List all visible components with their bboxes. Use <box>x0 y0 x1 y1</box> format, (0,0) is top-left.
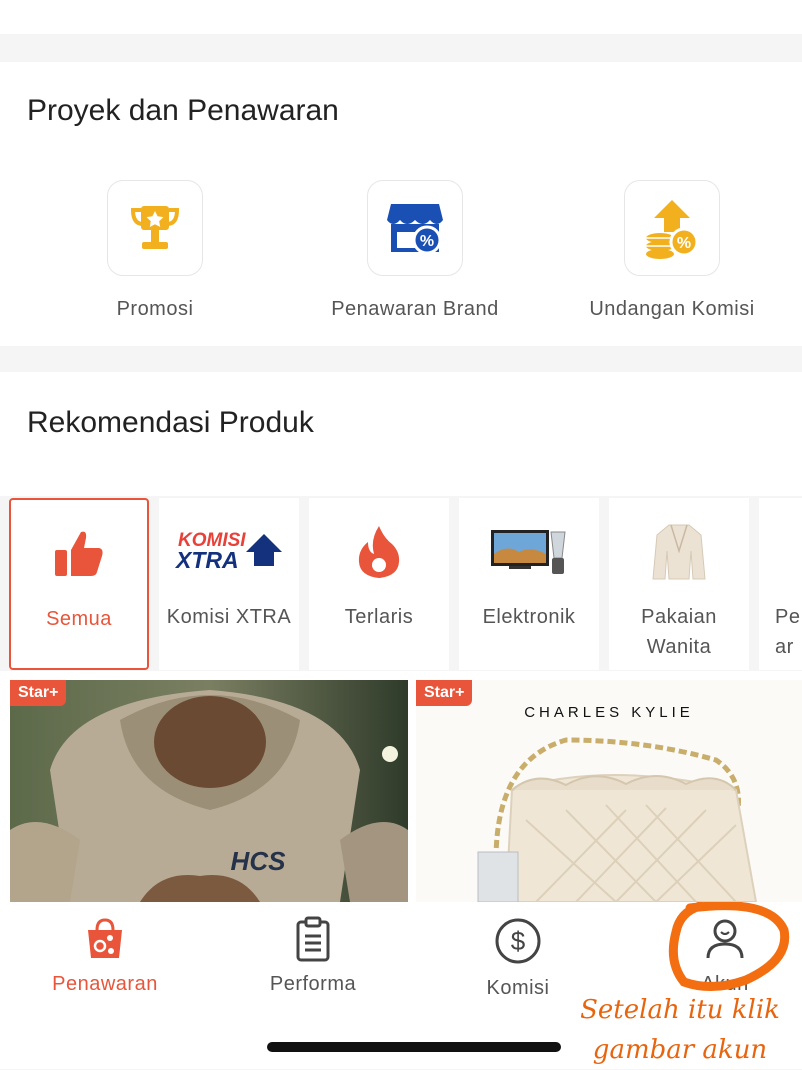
tv-blender-icon <box>491 530 566 574</box>
product-card[interactable]: HCS Star+ <box>10 680 408 902</box>
blazer-icon <box>652 524 706 580</box>
star-plus-badge: Star+ <box>10 680 67 706</box>
category-label: Terlaris <box>344 606 414 628</box>
annotation-text: Setelah itu klik gambar akun <box>570 990 790 1070</box>
category-pakaian-wanita[interactable]: Pakaian Wanita <box>609 498 749 670</box>
hooded-jacket-photo: HCS <box>10 680 408 902</box>
store-discount-icon: % <box>387 204 443 255</box>
shopping-bag-icon <box>88 918 122 958</box>
trophy-icon <box>130 206 180 249</box>
svg-text:HCS: HCS <box>231 846 287 876</box>
project-item-undangan-komisi[interactable]: % Undangan Komisi <box>552 180 792 321</box>
nav-penawaran[interactable]: Penawaran <box>5 916 205 996</box>
project-item-promosi[interactable]: Promosi <box>35 180 275 321</box>
user-icon <box>706 919 744 959</box>
project-label: Undangan Komisi <box>589 298 755 320</box>
partial-icon <box>775 537 802 567</box>
product-card[interactable]: CHARLES KYLIE Star+ <box>416 680 802 902</box>
category-label: Semua <box>46 608 112 630</box>
category-komisi-xtra[interactable]: KOMISI XTRA Komisi XTRA <box>159 498 299 670</box>
category-label: Komisi XTRA <box>166 606 292 628</box>
category-elektronik[interactable]: Elektronik <box>459 498 599 670</box>
top-strip <box>0 0 802 34</box>
coins-up-icon: % <box>646 200 699 259</box>
bottom-navbar: Penawaran Performa $ Komisi Akun Setelah… <box>0 902 802 1069</box>
fire-icon <box>358 526 400 578</box>
dollar-circle-icon: $ <box>495 918 541 964</box>
svg-text:%: % <box>420 233 434 250</box>
nav-komisi[interactable]: $ Komisi <box>418 916 618 1000</box>
annotation-line: gambar akun <box>592 1035 768 1065</box>
recommend-section: Rekomendasi Produk Semua KOMISI XTRA Kom… <box>0 372 802 902</box>
nav-akun[interactable]: Akun <box>625 916 802 996</box>
section-title: Rekomendasi Produk <box>27 406 314 439</box>
project-label: Promosi <box>116 298 194 320</box>
nav-label: Penawaran <box>52 973 158 995</box>
svg-text:$: $ <box>511 926 526 956</box>
category-semua[interactable]: Semua <box>9 498 149 670</box>
svg-text:XTRA: XTRA <box>174 547 239 573</box>
svg-text:%: % <box>677 235 691 252</box>
category-label: Pe ar <box>775 606 801 658</box>
category-partial[interactable]: Pe ar <box>759 498 802 670</box>
category-label: Elektronik <box>482 606 576 628</box>
projects-section: Proyek dan Penawaran Promosi % Penawaran… <box>0 62 802 346</box>
home-indicator[interactable] <box>267 1042 561 1052</box>
clipboard-icon <box>296 916 330 962</box>
penawaran-brand-icon-box: % <box>367 180 463 276</box>
category-label: Pakaian Wanita <box>641 606 717 658</box>
section-title: Proyek dan Penawaran <box>27 94 339 127</box>
promosi-icon-box <box>107 180 203 276</box>
project-label: Penawaran Brand <box>331 298 499 320</box>
komisi-xtra-logo: KOMISI XTRA <box>174 530 282 573</box>
brand-name: CHARLES KYLIE <box>524 704 694 721</box>
category-row[interactable]: Semua KOMISI XTRA Komisi XTRA Terlaris E… <box>0 496 802 671</box>
nav-performa[interactable]: Performa <box>213 916 413 996</box>
annotation-line: Setelah itu klik <box>580 995 780 1025</box>
category-terlaris[interactable]: Terlaris <box>309 498 449 670</box>
thumbs-up-icon <box>55 531 103 576</box>
star-plus-badge: Star+ <box>416 680 473 706</box>
undangan-komisi-icon-box: % <box>624 180 720 276</box>
nav-label: Performa <box>269 973 357 995</box>
project-item-penawaran-brand[interactable]: % Penawaran Brand <box>295 180 535 321</box>
